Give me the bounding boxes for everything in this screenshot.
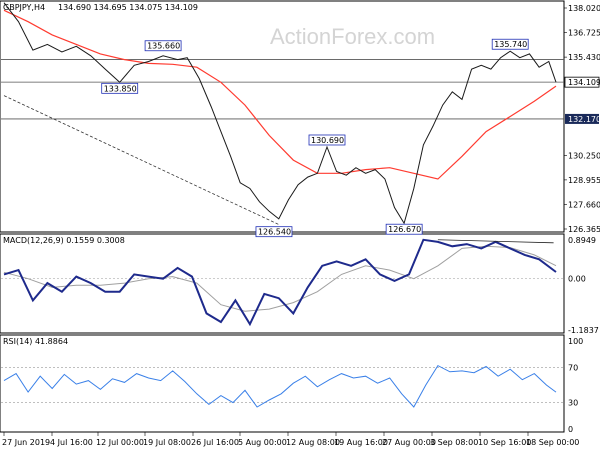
time-tick-label: 19 Aug 16:00 — [334, 438, 388, 447]
price-tick-label: 134.109 — [568, 78, 600, 87]
swing-label-0: 135.660 — [144, 40, 182, 52]
rsi-tick-label: 30 — [568, 399, 578, 408]
swing-label-text: 126.540 — [258, 228, 291, 237]
swing-label-text: 135.740 — [494, 40, 527, 49]
price-tick-label: 128.955 — [568, 176, 600, 185]
swing-label-2: 126.540 — [255, 226, 293, 238]
watermark: ActionForex.com — [270, 24, 435, 49]
chart-canvas: ActionForex.com 135.660 133.850 126.540 130… — [0, 0, 600, 447]
time-tick-label: 18 Sep 00:00 — [526, 438, 579, 447]
rsi-panel-frame — [0, 334, 565, 433]
time-tick-label: 26 Jul 16:00 — [191, 438, 239, 447]
swing-label-3: 130.690 — [308, 134, 346, 146]
swing-label-4: 126.670 — [385, 223, 423, 235]
price-tick-label: 127.660 — [568, 200, 600, 209]
price-tick-label: 136.725 — [568, 29, 600, 38]
swing-label-text: 130.690 — [311, 136, 344, 145]
symbol-label: GBPJPY,H4 — [3, 3, 45, 12]
macd-tick-label: -1.1837 — [568, 326, 599, 335]
swing-label-5: 135.740 — [491, 38, 529, 50]
time-tick-label: 19 Jul 08:00 — [143, 438, 191, 447]
time-tick-label: 27 Jun 2019 — [2, 438, 50, 447]
price-tick-label: 130.250 — [568, 151, 600, 160]
ohlc-label: 134.690 134.695 134.075 134.109 — [58, 3, 198, 12]
rsi-title: RSI(14) 41.8864 — [3, 337, 68, 346]
rsi-tick-label: 100 — [568, 337, 583, 346]
time-tick-label: 12 Aug 08:00 — [286, 438, 340, 447]
time-tick-label: 27 Aug 00:00 — [382, 438, 436, 447]
price-tick-label: 132.170 — [568, 115, 600, 124]
time-tick-label: 12 Jul 00:00 — [96, 438, 144, 447]
swing-label-text: 133.850 — [104, 84, 137, 93]
time-tick-label: 4 Jul 16:00 — [50, 438, 93, 447]
rsi-tick-label: 0 — [568, 425, 573, 434]
swing-label-1: 133.850 — [101, 82, 139, 94]
time-tick-label: 3 Sep 08:00 — [430, 438, 478, 447]
price-tick-label: 138.020 — [568, 4, 600, 13]
time-tick-label: 10 Sep 16:00 — [478, 438, 531, 447]
price-tick-label: 126.365 — [568, 225, 600, 234]
macd-tick-label: 0.00 — [568, 275, 586, 284]
swing-label-text: 126.670 — [388, 225, 421, 234]
macd-title: MACD(12,26,9) 0.1559 0.3008 — [3, 236, 125, 245]
swing-label-text: 135.660 — [147, 42, 180, 51]
price-tick-label: 135.430 — [568, 53, 600, 62]
rsi-tick-label: 70 — [568, 363, 578, 372]
time-tick-label: 5 Aug 00:00 — [238, 438, 287, 447]
macd-tick-label: 0.8949 — [568, 236, 596, 245]
